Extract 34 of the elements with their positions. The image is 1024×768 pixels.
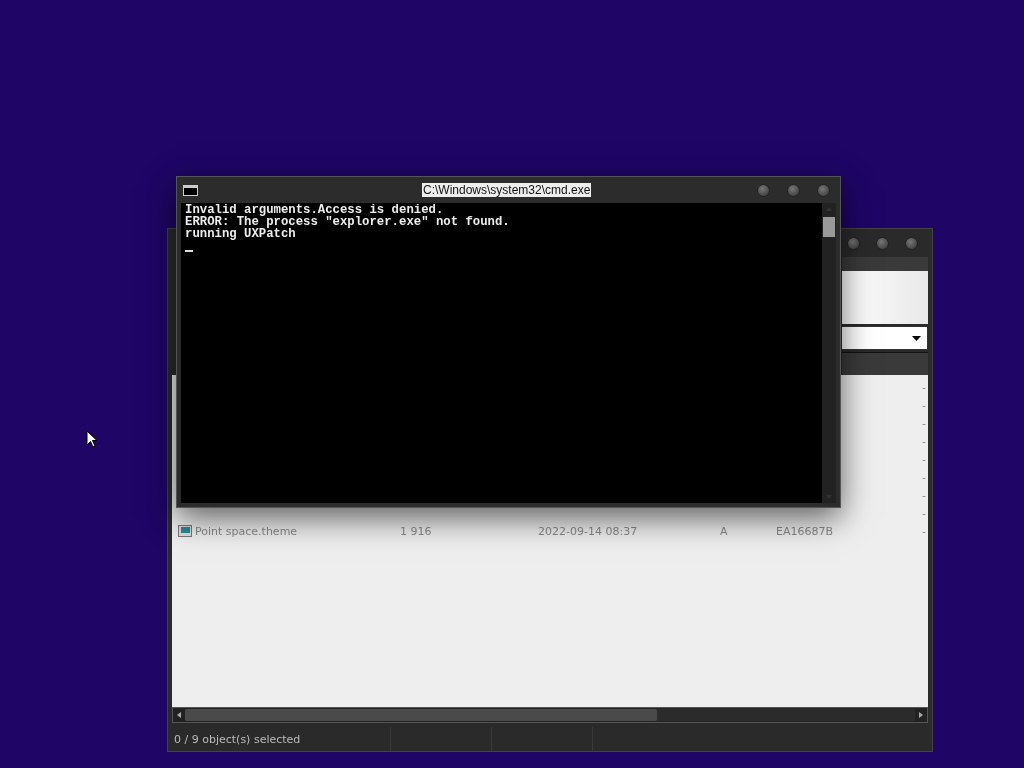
table-cell: - — [922, 434, 926, 448]
caret-icon — [912, 335, 921, 341]
scroll-thumb[interactable] — [185, 709, 657, 721]
table-cell: - — [922, 416, 926, 430]
file-crc: EA16687B — [776, 524, 833, 538]
table-cell: - — [922, 488, 926, 502]
close-button[interactable] — [817, 183, 830, 197]
console-icon — [183, 184, 198, 196]
table-cell: - — [922, 398, 926, 412]
path-dropdown[interactable] — [842, 326, 928, 350]
theme-file-icon — [178, 525, 192, 537]
file-name[interactable]: Point space.theme — [195, 524, 298, 538]
console-line: Invalid arguments.Access is denied. — [185, 204, 444, 216]
file-size: 1 916 — [400, 524, 432, 538]
console-line: ERROR: The process "explorer.exe" not found. — [185, 216, 511, 228]
minimize-button[interactable] — [847, 236, 860, 250]
window-title: C:\Windows\system32\cmd.exe — [422, 183, 592, 197]
file-date: 2022-09-14 08:37 — [538, 524, 638, 538]
table-cell: - — [922, 524, 926, 538]
table-cell: - — [922, 506, 926, 520]
minimize-button[interactable] — [757, 183, 770, 197]
file-attributes: A — [720, 524, 728, 538]
mouse-pointer-icon — [86, 430, 98, 448]
maximize-button[interactable] — [787, 183, 800, 197]
maximize-button[interactable] — [876, 236, 889, 250]
vertical-scrollbar[interactable] — [822, 203, 836, 503]
status-text: 0 / 9 object(s) selected — [173, 732, 302, 746]
table-cell: - — [922, 470, 926, 484]
console-line: running UXPatch — [185, 228, 296, 240]
close-button[interactable] — [905, 236, 918, 250]
scroll-thumb[interactable] — [823, 217, 835, 237]
horizontal-scrollbar[interactable] — [172, 707, 928, 723]
table-cell: - — [922, 380, 926, 394]
table-cell: - — [922, 452, 926, 466]
